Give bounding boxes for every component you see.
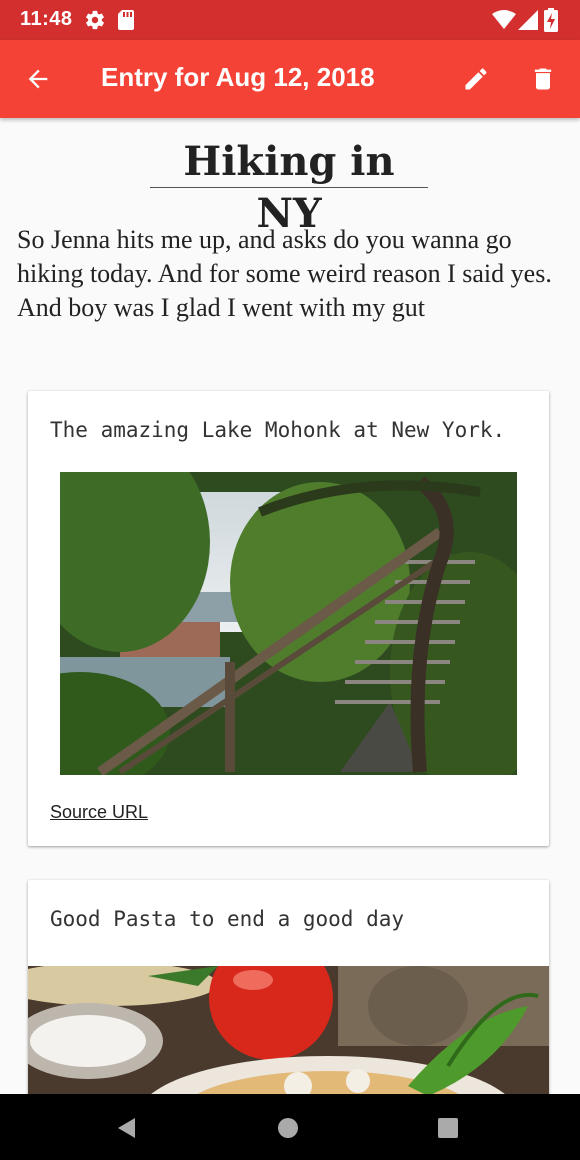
arrow-back-icon	[28, 69, 48, 89]
sd-card-icon	[116, 9, 136, 35]
media-card: The amazing Lake Mohonk at New York. Sou…	[28, 391, 549, 846]
screen: 11:48 Entry for Aug 12, 2018 Hiking in N…	[0, 0, 580, 1160]
edit-button[interactable]	[456, 59, 496, 99]
cellular-signal-icon	[518, 10, 538, 34]
pasta-photo	[28, 936, 549, 1094]
app-bar: Entry for Aug 12, 2018	[0, 40, 580, 118]
recents-square-icon	[438, 1118, 458, 1138]
nav-back-button[interactable]	[110, 1111, 144, 1145]
title-underline	[150, 187, 428, 188]
nav-recents-button[interactable]	[431, 1111, 465, 1145]
battery-charging-icon	[544, 8, 558, 36]
back-button[interactable]	[18, 59, 58, 99]
source-url-link[interactable]: Source URL	[50, 802, 148, 823]
page-title: Entry for Aug 12, 2018	[101, 62, 375, 92]
home-circle-icon	[278, 1118, 298, 1138]
status-time: 11:48	[20, 8, 73, 30]
lake-mohonk-photo	[28, 432, 549, 792]
entry-body: So Jenna hits me up, and asks do you wan…	[17, 225, 552, 322]
delete-button[interactable]	[523, 59, 563, 99]
wifi-icon	[492, 10, 516, 34]
status-bar: 11:48	[0, 0, 580, 40]
back-triangle-icon	[118, 1118, 135, 1138]
nav-home-button[interactable]	[271, 1111, 305, 1145]
system-nav-bar	[0, 1094, 580, 1160]
settings-gear-icon	[84, 9, 106, 35]
card-caption: Good Pasta to end a good day	[50, 907, 405, 931]
trash-delete-icon	[534, 68, 552, 90]
entry-content[interactable]: Hiking in NY So Jenna hits me up, and as…	[0, 118, 580, 1094]
media-card: Good Pasta to end a good day	[28, 880, 549, 1094]
card-caption: The amazing Lake Mohonk at New York.	[50, 418, 506, 442]
pencil-edit-icon	[465, 68, 487, 90]
